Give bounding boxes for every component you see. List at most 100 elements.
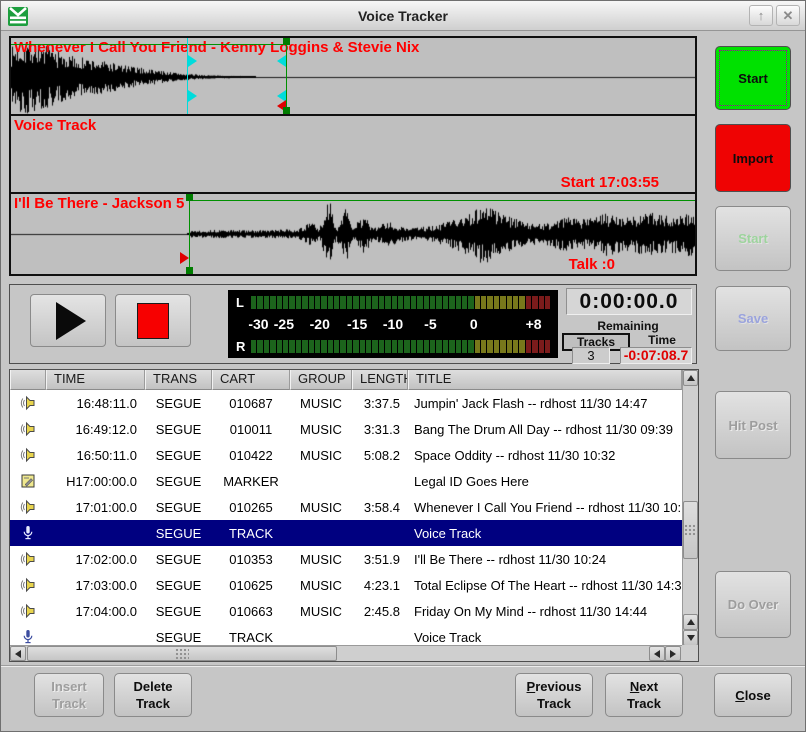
table-row[interactable]: 17:01:00.0 SEGUE 010265 MUSIC 3:58.4 Whe… xyxy=(10,494,682,520)
table-row[interactable]: SEGUE TRACK Voice Track xyxy=(10,624,682,647)
speaker-icon xyxy=(20,421,36,437)
row-length: 3:37.5 xyxy=(352,396,408,411)
row-time: 16:49:12.0 xyxy=(46,422,145,437)
marker-handle-square[interactable] xyxy=(186,267,193,274)
talk-marker-handle[interactable] xyxy=(188,90,197,102)
row-cart: TRACK xyxy=(212,526,290,541)
table-row[interactable]: 16:49:12.0 SEGUE 010011 MUSIC 3:31.3 Ban… xyxy=(10,416,682,442)
note-marker-icon xyxy=(20,473,36,489)
start-button[interactable]: Start xyxy=(715,46,791,110)
row-length: 4:23.1 xyxy=(352,578,408,593)
remaining-label: Remaining xyxy=(558,319,698,333)
table-row[interactable]: 17:04:00.0 SEGUE 010663 MUSIC 2:45.8 Fri… xyxy=(10,598,682,624)
row-group: MUSIC xyxy=(290,422,352,437)
row-trans: SEGUE xyxy=(145,604,212,619)
log-rows: 16:48:11.0 SEGUE 010687 MUSIC 3:37.5 Jum… xyxy=(10,390,682,647)
speaker-icon xyxy=(20,447,36,463)
column-header-time[interactable]: TIME xyxy=(46,370,145,390)
table-row[interactable]: SEGUE TRACK Voice Track xyxy=(10,520,682,546)
row-time: H17:00:00.0 xyxy=(46,474,145,489)
meter-left-label: L xyxy=(236,295,251,310)
track-waveform-voicetrack[interactable]: Voice Track Start 17:03:55 xyxy=(11,116,695,194)
horizontal-scroll-thumb[interactable] xyxy=(27,646,337,661)
row-time: 17:03:00.0 xyxy=(46,578,145,593)
marker-handle-square[interactable] xyxy=(186,194,193,201)
close-window-button[interactable]: ✕ xyxy=(776,5,800,26)
track-waveform-next[interactable]: I'll Be There - Jackson 5 Talk :0 xyxy=(11,194,695,274)
row-type-icon xyxy=(10,395,46,411)
row-title: Space Oddity -- rdhost 11/30 10:32 xyxy=(408,448,682,463)
speaker-icon xyxy=(20,395,36,411)
scroll-down-button[interactable] xyxy=(683,630,698,646)
previous-track-button[interactable]: PreviousTrack xyxy=(515,673,593,717)
close-button[interactable]: Close xyxy=(714,673,792,717)
row-title: Voice Track xyxy=(408,630,682,645)
column-header-title[interactable]: TITLE xyxy=(408,370,682,390)
vertical-scroll-thumb[interactable] xyxy=(683,501,698,559)
row-trans: SEGUE xyxy=(145,474,212,489)
marker-handle-square[interactable] xyxy=(283,38,290,45)
row-trans: SEGUE xyxy=(145,630,212,645)
row-time: 17:02:00.0 xyxy=(46,552,145,567)
fade-line xyxy=(11,44,286,45)
save-button: Save xyxy=(715,286,791,351)
row-trans: SEGUE xyxy=(145,422,212,437)
row-cart: TRACK xyxy=(212,630,290,645)
horizontal-scrollbar[interactable] xyxy=(10,645,682,661)
vertical-scrollbar[interactable] xyxy=(682,370,698,646)
stop-button[interactable] xyxy=(115,294,191,347)
table-row[interactable]: 17:03:00.0 SEGUE 010625 MUSIC 4:23.1 Tot… xyxy=(10,572,682,598)
delete-track-button[interactable]: DeleteTrack xyxy=(114,673,192,717)
log-table-header: TIMETRANSCARTGROUPLENGTHTITLE xyxy=(10,370,682,390)
do-over-button: Do Over xyxy=(715,571,791,638)
row-title: I'll Be There -- rdhost 11/30 10:24 xyxy=(408,552,682,567)
row-trans: SEGUE xyxy=(145,396,212,411)
vu-meter: L -30-25-20-15-10-50+8 R xyxy=(228,290,558,358)
shade-window-button[interactable]: ↑ xyxy=(749,5,773,26)
table-row[interactable]: 17:02:00.0 SEGUE 010353 MUSIC 3:51.9 I'l… xyxy=(10,546,682,572)
meter-scale-label: +8 xyxy=(526,316,542,332)
meter-right-label: R xyxy=(236,339,251,354)
start-button: Start xyxy=(715,206,791,271)
row-length: 3:51.9 xyxy=(352,552,408,567)
talk-marker-line[interactable] xyxy=(187,38,188,114)
table-row[interactable]: 16:48:11.0 SEGUE 010687 MUSIC 3:37.5 Jum… xyxy=(10,390,682,416)
play-icon xyxy=(56,302,86,340)
voice-tracker-window: Voice Tracker ↑ ✕ Whenever I Call You Fr… xyxy=(0,0,806,732)
row-title: Legal ID Goes Here xyxy=(408,474,682,489)
track-waveform-previous[interactable]: Whenever I Call You Friend - Kenny Loggi… xyxy=(11,38,695,116)
scroll-up-button[interactable] xyxy=(683,614,698,630)
remaining-tracks-value: 3 xyxy=(572,347,610,364)
scrollbar-corner xyxy=(682,645,698,661)
row-title: Total Eclipse Of The Heart -- rdhost 11/… xyxy=(408,578,682,593)
table-row[interactable]: 16:50:11.0 SEGUE 010422 MUSIC 5:08.2 Spa… xyxy=(10,442,682,468)
start-marker-line[interactable] xyxy=(189,194,190,274)
segue-marker-handle[interactable] xyxy=(277,55,286,67)
next-track-button[interactable]: NextTrack xyxy=(605,673,683,717)
column-header-icon[interactable] xyxy=(10,370,46,390)
table-row[interactable]: H17:00:00.0 SEGUE MARKER Legal ID Goes H… xyxy=(10,468,682,494)
row-title: Voice Track xyxy=(408,526,682,541)
import-button[interactable]: Import xyxy=(715,124,791,192)
row-trans: SEGUE xyxy=(145,526,212,541)
row-type-icon xyxy=(10,421,46,437)
track-title: I'll Be There - Jackson 5 xyxy=(14,195,184,212)
row-title: Whenever I Call You Friend -- rdhost 11/… xyxy=(408,500,682,515)
column-header-trans[interactable]: TRANS xyxy=(145,370,212,390)
track-title: Voice Track xyxy=(14,117,96,134)
row-trans: SEGUE xyxy=(145,578,212,593)
play-button[interactable] xyxy=(30,294,106,347)
column-header-length[interactable]: LENGTH xyxy=(352,370,408,390)
talk-marker-handle[interactable] xyxy=(188,55,197,67)
column-header-group[interactable]: GROUP xyxy=(290,370,352,390)
scroll-left-button[interactable] xyxy=(649,646,665,661)
column-header-cart[interactable]: CART xyxy=(212,370,290,390)
track-stack: Whenever I Call You Friend - Kenny Loggi… xyxy=(9,36,697,276)
start-marker-handle[interactable] xyxy=(180,252,189,264)
scroll-up-button[interactable] xyxy=(683,370,698,386)
titlebar: Voice Tracker ↑ ✕ xyxy=(1,1,805,31)
scroll-left-button[interactable] xyxy=(10,646,26,661)
scroll-right-button[interactable] xyxy=(665,646,681,661)
segue-marker-line[interactable] xyxy=(286,38,287,114)
marker-handle-square[interactable] xyxy=(283,107,290,114)
